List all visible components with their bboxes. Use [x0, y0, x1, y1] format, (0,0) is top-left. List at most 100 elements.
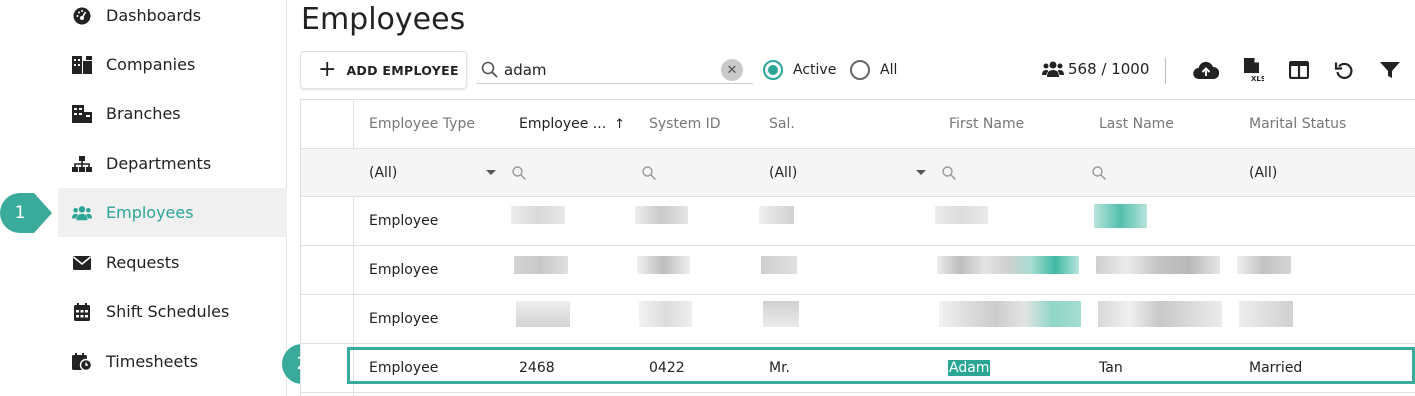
radio-unchecked-icon — [850, 60, 870, 80]
employee-type-cell: Employee — [369, 246, 438, 294]
system-id-filter[interactable] — [641, 149, 657, 196]
table-row[interactable]: Employee — [301, 197, 1415, 246]
chevron-down-icon[interactable] — [486, 170, 496, 175]
sort-ascending-icon: ↑ — [614, 116, 626, 132]
column-header-system-id[interactable]: System ID — [649, 100, 721, 148]
sidebar-item-timesheets[interactable]: Timesheets — [58, 337, 287, 386]
sidebar-item-branches[interactable]: Branches — [58, 89, 287, 138]
sidebar-item-shift-schedules[interactable]: Shift Schedules — [58, 287, 287, 336]
sidebar-item-label: Branches — [106, 104, 181, 123]
columns-icon[interactable] — [1286, 57, 1312, 83]
sidebar-item-label: Employees — [106, 203, 194, 222]
filter-value: (All) — [769, 164, 798, 181]
column-header-salutation[interactable]: Sal. — [769, 100, 795, 148]
column-header-label: First Name — [949, 116, 1025, 132]
branches-icon — [72, 104, 92, 124]
selected-row-highlight — [347, 347, 1415, 384]
last-name-filter[interactable] — [1091, 149, 1107, 196]
redacted-value — [939, 301, 1081, 327]
employee-type-cell: Employee — [369, 197, 438, 245]
sidebar-item-dashboards[interactable]: Dashboards — [58, 0, 287, 40]
search-input[interactable] — [504, 60, 714, 79]
column-header-last-name[interactable]: Last Name — [1099, 100, 1174, 148]
redacted-value — [935, 206, 988, 224]
redacted-value — [759, 206, 794, 224]
xls-export-icon[interactable]: XLS — [1240, 57, 1266, 83]
sidebar-item-requests[interactable]: Requests — [58, 238, 287, 287]
filter-value: (All) — [369, 164, 398, 181]
refresh-icon[interactable] — [1331, 57, 1357, 83]
dashboard-icon — [72, 6, 92, 26]
marital-status-filter[interactable]: (All) — [1249, 149, 1277, 196]
all-radio-label: All — [880, 62, 898, 78]
column-header-employee-type[interactable]: Employee Type — [369, 100, 475, 148]
sidebar-item-label: Dashboards — [106, 6, 202, 25]
page-title: Employees — [301, 2, 466, 37]
cell-value: Employee — [369, 262, 439, 278]
redacted-value — [1239, 301, 1293, 327]
column-header-marital-status[interactable]: Marital Status — [1249, 100, 1346, 148]
sidebar-item-label: Departments — [106, 154, 212, 173]
count-text: 568 / 1000 — [1068, 60, 1150, 78]
column-header-first-name[interactable]: First Name — [949, 100, 1024, 148]
employee-type-cell: Employee — [369, 295, 438, 343]
column-header-label: Sal. — [769, 116, 795, 132]
search-box: ✕ — [476, 56, 753, 84]
first-name-filter[interactable] — [941, 149, 957, 196]
sidebar-item-label: Companies — [106, 55, 196, 74]
cell-value: Employee — [369, 213, 439, 229]
shift-schedules-icon — [72, 302, 92, 322]
salutation-filter[interactable]: (All) — [769, 149, 797, 196]
chevron-down-icon[interactable] — [916, 170, 926, 175]
toolbar-divider — [1165, 58, 1166, 84]
column-header-employee-no[interactable]: Employee ... ↑ — [519, 100, 625, 148]
employee-no-filter[interactable] — [511, 149, 527, 196]
sidebar-item-label: Timesheets — [106, 352, 198, 371]
grid-filter-row: (All) (All) (All) — [301, 149, 1415, 197]
search-icon — [642, 165, 657, 180]
step-marker-number: 1 — [14, 203, 26, 223]
table-row[interactable]: Employee — [301, 246, 1415, 295]
active-radio[interactable]: Active — [763, 60, 836, 80]
all-radio[interactable]: All — [850, 60, 897, 80]
plus-icon: + — [318, 57, 337, 82]
redacted-value — [639, 301, 692, 327]
redacted-value — [516, 301, 570, 327]
redacted-value — [635, 206, 688, 224]
filter-value: (All) — [1249, 164, 1278, 181]
radio-checked-icon — [763, 60, 783, 80]
companies-icon — [72, 55, 92, 75]
clear-search-icon[interactable]: ✕ — [721, 59, 743, 81]
redacted-value — [1098, 301, 1222, 327]
redacted-value — [637, 256, 690, 274]
filter-icon[interactable] — [1377, 57, 1403, 83]
sidebar-item-departments[interactable]: Departments — [58, 139, 287, 188]
departments-icon — [72, 154, 92, 174]
search-icon — [481, 61, 498, 78]
search-icon — [942, 165, 957, 180]
employees-icon — [72, 203, 92, 223]
sidebar-item-employees[interactable]: Employees — [58, 188, 287, 237]
column-header-label: Employee ... — [519, 116, 607, 132]
add-employee-label: ADD EMPLOYEE — [346, 62, 459, 78]
requests-icon — [72, 253, 92, 273]
redacted-value — [514, 256, 568, 274]
employee-type-filter[interactable]: (All) — [369, 149, 397, 196]
sidebar-item-label: Shift Schedules — [106, 302, 230, 321]
redacted-value — [937, 256, 1079, 274]
search-icon — [1092, 165, 1107, 180]
grid-header-row: Employee Type Employee ... ↑ System ID Sa… — [301, 100, 1415, 149]
employee-count: 568 / 1000 — [1042, 60, 1149, 78]
active-radio-label: Active — [793, 62, 837, 78]
redacted-value — [1096, 256, 1220, 274]
column-header-label: System ID — [649, 116, 721, 132]
cloud-upload-icon[interactable] — [1193, 57, 1219, 83]
sidebar-item-companies[interactable]: Companies — [58, 40, 287, 89]
add-employee-button[interactable]: + ADD EMPLOYEE — [300, 51, 467, 89]
timesheets-icon — [72, 352, 92, 372]
cell-value: Employee — [369, 311, 439, 327]
column-header-label: Marital Status — [1249, 116, 1347, 132]
step-marker-1: 1 — [0, 193, 52, 233]
redacted-value — [763, 301, 799, 327]
table-row[interactable]: Employee — [301, 295, 1415, 344]
